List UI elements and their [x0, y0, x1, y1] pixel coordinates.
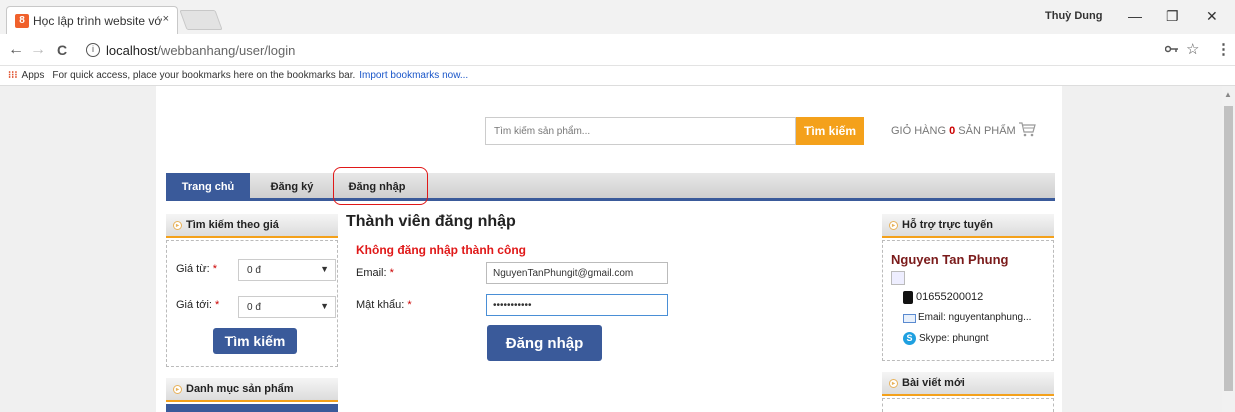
apps-icon[interactable]: ⁝⁝⁝ — [8, 70, 18, 81]
star-icon[interactable]: ☆ — [1186, 40, 1199, 58]
bookmarks-bar: ⁝⁝⁝ Apps For quick access, place your bo… — [0, 66, 1235, 86]
password-label-text: Mật khẩu: — [356, 299, 405, 311]
login-button[interactable]: Đăng nhập — [487, 325, 602, 361]
chevron-down-icon: ▼ — [320, 301, 329, 311]
categories-title: Danh mục sản phẩm — [186, 383, 294, 395]
required-mark: * — [407, 299, 412, 311]
news-title: Bài viết mới — [902, 377, 965, 389]
support-phone: 01655200012 — [916, 291, 984, 303]
price-search-title: Tìm kiếm theo giá — [186, 219, 279, 231]
email-label-text: Email: — [356, 267, 387, 279]
url-path: /webbanhang/user/login — [157, 42, 296, 58]
price-from-select[interactable]: 0 đ ▼ — [238, 259, 336, 281]
price-from-text: Giá từ: — [176, 263, 210, 275]
bullet-icon: ▸ — [173, 221, 182, 230]
categories-list — [166, 404, 338, 412]
reload-icon[interactable]: C — [57, 42, 67, 58]
minimize-icon[interactable]: — — [1128, 8, 1142, 24]
profile-name[interactable]: Thuỳ Dung — [1045, 10, 1102, 22]
info-icon[interactable]: i — [86, 43, 100, 57]
price-search-button[interactable]: Tìm kiếm — [213, 328, 297, 354]
news-panel — [882, 398, 1054, 412]
address-input[interactable]: i localhost/webbanhang/user/login — [78, 38, 1218, 62]
required-mark: * — [389, 267, 394, 279]
import-bookmarks-link[interactable]: Import bookmarks now... — [359, 70, 468, 81]
scroll-up-icon[interactable]: ▲ — [1224, 90, 1232, 99]
support-header: ▸ Hỗ trợ trực tuyến — [882, 214, 1054, 238]
required-mark: * — [212, 263, 217, 275]
price-from-value: 0 đ — [247, 264, 261, 276]
bookmarks-hint: For quick access, place your bookmarks h… — [52, 70, 356, 81]
price-from-label: Giá từ: * — [176, 263, 217, 275]
password-field[interactable]: ••••••••••• — [486, 294, 668, 316]
mail-icon — [903, 314, 916, 323]
annotation-circle — [333, 167, 428, 205]
menu-icon[interactable]: ⋮ — [1216, 40, 1231, 58]
support-email[interactable]: Email: nguyentanphung... — [918, 312, 1031, 323]
price-to-label: Giá tới: * — [176, 299, 219, 311]
phone-icon — [903, 291, 913, 304]
email-label: Email: * — [356, 267, 394, 279]
required-mark: * — [215, 299, 220, 311]
broken-image-icon — [891, 271, 905, 285]
categories-header: ▸ Danh mục sản phẩm — [166, 378, 338, 402]
new-tab-button[interactable] — [179, 10, 223, 30]
price-to-text: Giá tới: — [176, 299, 212, 311]
tab-title: Học lập trình website vớ — [33, 13, 163, 28]
bullet-icon: ▸ — [889, 221, 898, 230]
cart-suffix: SẢN PHẨM — [958, 125, 1016, 137]
price-to-value: 0 đ — [247, 301, 261, 313]
login-title: Thành viên đăng nhập — [346, 213, 516, 230]
key-icon[interactable] — [1165, 44, 1179, 54]
product-search-input[interactable]: Tìm kiếm sản phẩm... — [485, 117, 796, 145]
support-name: Nguyen Tan Phung — [891, 252, 1009, 267]
skype-icon: S — [903, 332, 916, 345]
browser-tab[interactable]: 8 Học lập trình website vớ × — [6, 6, 178, 34]
news-header: ▸ Bài viết mới — [882, 372, 1054, 396]
cart-summary[interactable]: GIỎ HÀNG 0 SẢN PHẨM — [891, 125, 1016, 137]
url-host: localhost — [106, 42, 158, 58]
tab-close-icon[interactable]: × — [163, 13, 169, 25]
menu-home[interactable]: Trang chủ — [166, 173, 250, 201]
support-title: Hỗ trợ trực tuyến — [902, 219, 993, 231]
email-field[interactable]: NguyenTanPhungit@gmail.com — [486, 262, 668, 284]
site-favicon-icon: 8 — [15, 14, 29, 28]
cart-icon[interactable] — [1018, 121, 1036, 137]
restore-icon[interactable]: ❐ — [1166, 8, 1179, 25]
login-error: Không đăng nhập thành công — [356, 243, 526, 257]
cart-count: 0 — [949, 125, 956, 137]
cart-prefix: GIỎ HÀNG — [891, 125, 947, 137]
apps-label[interactable]: Apps — [22, 70, 45, 81]
price-search-header: ▸ Tìm kiếm theo giá — [166, 214, 338, 238]
password-label: Mật khẩu: * — [356, 299, 412, 311]
chevron-down-icon: ▼ — [320, 264, 329, 274]
back-icon[interactable]: ← — [8, 41, 24, 59]
close-window-icon[interactable]: ✕ — [1206, 8, 1218, 25]
menu-register[interactable]: Đăng ký — [252, 173, 332, 201]
forward-icon[interactable]: → — [30, 41, 46, 59]
bullet-icon: ▸ — [173, 385, 182, 394]
search-button[interactable]: Tìm kiếm — [796, 117, 864, 145]
bullet-icon: ▸ — [889, 379, 898, 388]
price-to-select[interactable]: 0 đ ▼ — [238, 296, 336, 318]
support-skype[interactable]: Skype: phungnt — [919, 333, 989, 344]
scrollbar-thumb[interactable] — [1224, 106, 1233, 391]
